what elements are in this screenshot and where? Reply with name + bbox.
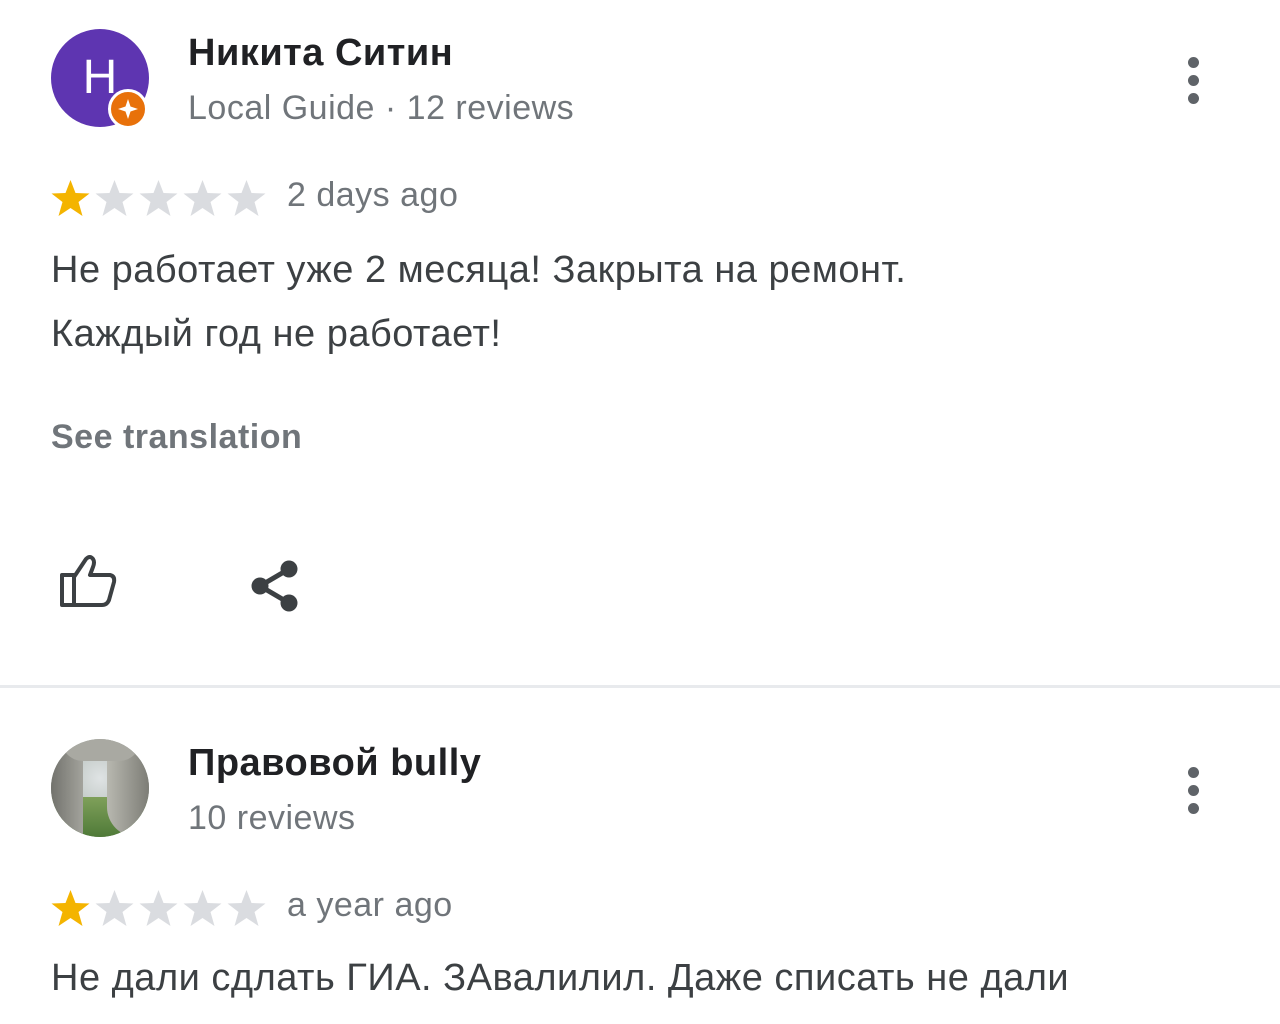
star-empty-icon [227,180,266,216]
review-card: Правовой bully 10 reviews a year ago Не … [0,688,1280,1024]
author-name[interactable]: Правовой bully [188,742,481,785]
review-time: 2 days ago [287,176,459,214]
thumbs-up-icon[interactable] [58,553,118,614]
star-empty-icon [183,180,222,216]
more-vert-icon[interactable] [1178,57,1208,107]
share-icon[interactable] [249,559,301,618]
star-empty-icon [95,180,134,216]
star-rating [49,888,269,928]
review-text: Не работает уже 2 месяца! Закрыта на рем… [51,238,906,366]
review-text-line: Не дали сдлать ГИА. ЗАвалилил. Даже спис… [51,957,1070,999]
review-time: a year ago [287,886,453,924]
review-text: Не дали сдлать ГИА. ЗАвалилил. Даже спис… [51,946,1069,1010]
author-meta[interactable]: Local Guide · 12 reviews [188,89,574,128]
review-card: H Никита Ситин Local Guide · 12 reviews … [0,0,1280,688]
star-filled-icon [51,180,90,216]
star-empty-icon [139,180,178,216]
star-rating [49,178,269,218]
avatar[interactable] [51,739,149,837]
see-translation-link[interactable]: See translation [51,418,302,457]
star-empty-icon [95,890,134,926]
star-empty-icon [183,890,222,926]
author-meta[interactable]: 10 reviews [188,799,356,838]
review-text-line: Каждый год не работает! [51,313,502,355]
review-text-line: Не работает уже 2 месяца! Закрыта на рем… [51,249,907,291]
star-empty-icon [227,890,266,926]
more-vert-icon[interactable] [1178,767,1208,817]
local-guide-badge-icon [108,89,148,129]
star-empty-icon [139,890,178,926]
star-filled-icon [51,890,90,926]
author-name[interactable]: Никита Ситин [188,32,453,75]
